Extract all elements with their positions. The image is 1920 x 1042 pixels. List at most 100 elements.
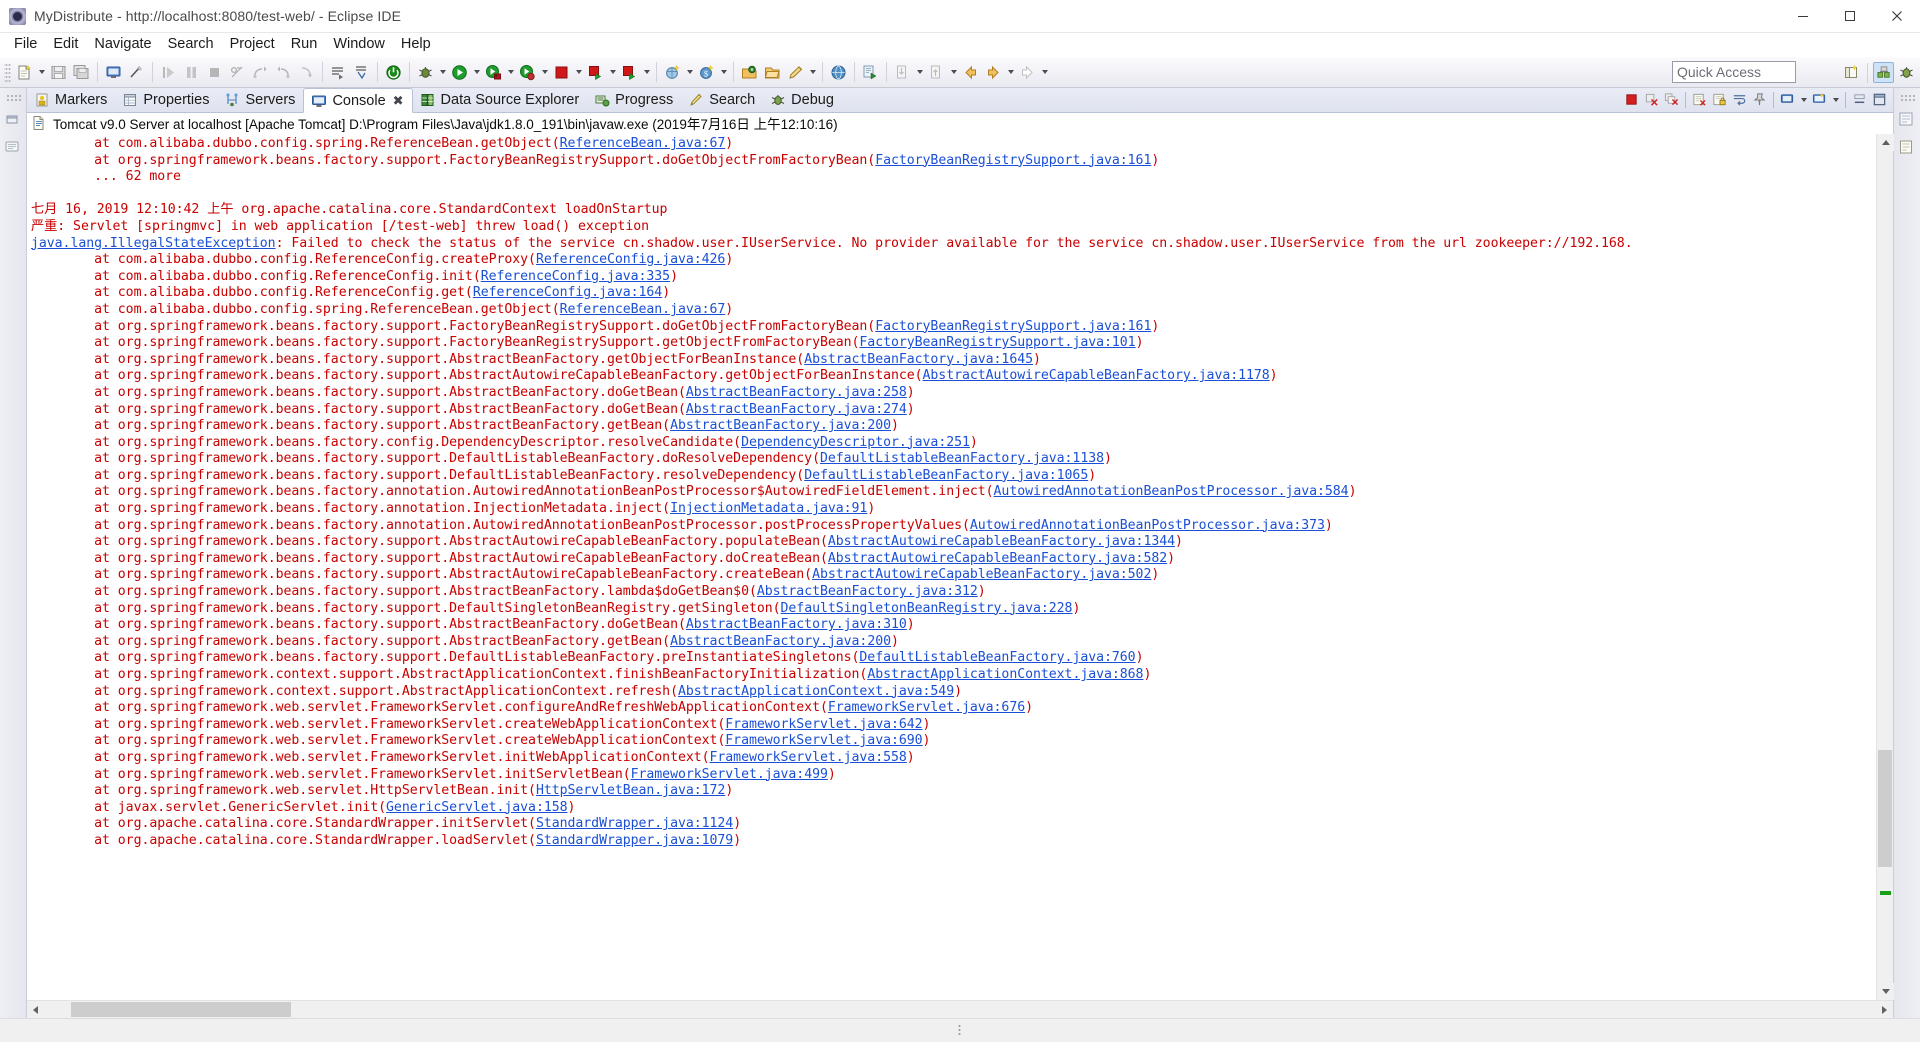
- back-arrow-icon[interactable]: [960, 62, 981, 83]
- left-rail-grip[interactable]: [5, 94, 21, 103]
- maximize-view-icon[interactable]: [1870, 90, 1889, 109]
- stack-trace-link[interactable]: GenericServlet.java:158: [386, 800, 568, 815]
- menu-project[interactable]: Project: [222, 34, 283, 56]
- stack-trace-link[interactable]: AbstractAutowireCapableBeanFactory.java:…: [828, 534, 1175, 549]
- stack-trace-link[interactable]: AbstractApplicationContext.java:549: [678, 684, 954, 699]
- console-icon[interactable]: [103, 62, 124, 83]
- tab-search[interactable]: Search: [681, 87, 763, 112]
- tab-console[interactable]: Console ✖: [303, 88, 413, 113]
- debug-dropdown-arrow-icon[interactable]: [437, 62, 448, 83]
- stack-trace-link[interactable]: ReferenceConfig.java:426: [536, 252, 725, 267]
- task-list-icon[interactable]: [1897, 138, 1917, 158]
- publish-icon[interactable]: [585, 62, 606, 83]
- stack-trace-link[interactable]: FactoryBeanRegistrySupport.java:161: [875, 153, 1151, 168]
- display-selected-console-icon[interactable]: [1778, 90, 1797, 109]
- restore-view-icon[interactable]: [3, 110, 23, 130]
- tab-properties[interactable]: Properties: [115, 87, 217, 112]
- stack-trace-link[interactable]: AbstractBeanFactory.java:200: [670, 634, 891, 649]
- forward-arrow-icon[interactable]: [983, 62, 1004, 83]
- tab-progress[interactable]: Progress: [587, 87, 681, 112]
- stack-trace-link[interactable]: StandardWrapper.java:1124: [536, 816, 733, 831]
- stack-trace-link[interactable]: FrameworkServlet.java:499: [631, 767, 828, 782]
- stack-trace-link[interactable]: AutowiredAnnotationBeanPostProcessor.jav…: [970, 518, 1325, 533]
- profile-icon[interactable]: [517, 62, 538, 83]
- stack-trace-link[interactable]: ReferenceConfig.java:335: [481, 269, 670, 284]
- outline-view-icon[interactable]: [1897, 110, 1917, 130]
- stop-red-icon[interactable]: [551, 62, 572, 83]
- tab-debug[interactable]: Debug: [763, 87, 842, 112]
- new-dollar-icon[interactable]: $: [696, 62, 717, 83]
- scroll-left-arrow-icon[interactable]: [27, 1001, 44, 1018]
- remove-launch-icon[interactable]: [1642, 90, 1661, 109]
- next-edit-dropdown-arrow-icon[interactable]: [1039, 62, 1050, 83]
- vertical-scroll-track[interactable]: [1877, 151, 1893, 983]
- stack-trace-link[interactable]: InjectionMetadata.java:91: [670, 501, 867, 516]
- stack-trace-link[interactable]: AbstractAutowireCapableBeanFactory.java:…: [923, 368, 1270, 383]
- stack-trace-link[interactable]: AbstractBeanFactory.java:310: [686, 617, 907, 632]
- console-horizontal-scrollbar[interactable]: [27, 1000, 1893, 1018]
- display-selected-console-dropdown-arrow-icon[interactable]: [1798, 89, 1809, 110]
- stack-trace-link[interactable]: AbstractBeanFactory.java:312: [757, 584, 978, 599]
- publish-dropdown-arrow-icon[interactable]: [607, 62, 618, 83]
- tab-console-close-icon[interactable]: ✖: [393, 94, 404, 107]
- no-publish-icon[interactable]: [126, 62, 147, 83]
- debug-perspective-icon[interactable]: [1896, 62, 1917, 83]
- server-run-icon[interactable]: [619, 62, 640, 83]
- run-green-icon[interactable]: [449, 62, 470, 83]
- stack-trace-link[interactable]: DefaultListableBeanFactory.java:1138: [820, 451, 1104, 466]
- quick-access-input[interactable]: Quick Access: [1672, 61, 1796, 83]
- scroll-up-arrow-icon[interactable]: [1877, 134, 1894, 151]
- next-annotation-dropdown-arrow-icon[interactable]: [948, 62, 959, 83]
- new-wizard-dropdown-arrow-icon[interactable]: [36, 62, 47, 83]
- stack-trace-link[interactable]: AbstractBeanFactory.java:200: [670, 418, 891, 433]
- stack-trace-link[interactable]: FactoryBeanRegistrySupport.java:101: [859, 335, 1135, 350]
- scroll-right-arrow-icon[interactable]: [1876, 1001, 1893, 1018]
- pencil-dropdown-arrow-icon[interactable]: [807, 62, 818, 83]
- run-dropdown-arrow-icon[interactable]: [471, 62, 482, 83]
- vertical-scroll-thumb[interactable]: [1878, 750, 1892, 867]
- tab-servers[interactable]: Servers: [217, 87, 303, 112]
- remove-all-terminated-icon[interactable]: [1662, 90, 1681, 109]
- stack-trace-link[interactable]: DefaultSingletonBeanRegistry.java:228: [781, 601, 1073, 616]
- pencil-icon[interactable]: [785, 62, 806, 83]
- stack-trace-link[interactable]: AutowiredAnnotationBeanPostProcessor.jav…: [994, 484, 1349, 499]
- console-vertical-scrollbar[interactable]: [1876, 134, 1894, 1000]
- new-dollar-dropdown-arrow-icon[interactable]: [718, 62, 729, 83]
- word-wrap-icon[interactable]: [1730, 90, 1749, 109]
- stack-trace-link[interactable]: AbstractApplicationContext.java:868: [867, 667, 1143, 682]
- stack-trace-link[interactable]: FactoryBeanRegistrySupport.java:161: [875, 319, 1151, 334]
- stack-trace-link[interactable]: FrameworkServlet.java:642: [725, 717, 922, 732]
- stack-trace-link[interactable]: AbstractBeanFactory.java:1645: [804, 352, 1033, 367]
- menu-edit[interactable]: Edit: [45, 34, 86, 56]
- web-browser-icon[interactable]: [828, 62, 849, 83]
- pin-console-icon[interactable]: [1750, 90, 1769, 109]
- scroll-down-arrow-icon[interactable]: [1877, 983, 1894, 1000]
- stack-trace-link[interactable]: StandardWrapper.java:1079: [536, 833, 733, 848]
- profile-dropdown-arrow-icon[interactable]: [539, 62, 550, 83]
- right-rail-grip[interactable]: [1899, 94, 1915, 103]
- stack-trace-link[interactable]: DefaultListableBeanFactory.java:760: [859, 650, 1135, 665]
- stack-trace-link[interactable]: ReferenceConfig.java:164: [473, 285, 662, 300]
- prev-annotation-dropdown-arrow-icon[interactable]: [914, 62, 925, 83]
- status-bar-grip[interactable]: [957, 1024, 963, 1037]
- stack-trace-link[interactable]: ReferenceBean.java:67: [560, 136, 726, 151]
- external-tools-icon[interactable]: [860, 62, 881, 83]
- power-server-icon[interactable]: [383, 62, 404, 83]
- toolbar-grip[interactable]: [4, 62, 11, 82]
- stack-trace-link[interactable]: FrameworkServlet.java:676: [828, 700, 1025, 715]
- forward-dropdown-arrow-icon[interactable]: [1005, 62, 1016, 83]
- close-button[interactable]: [1873, 0, 1920, 33]
- left-rail-console-icon[interactable]: [3, 138, 23, 158]
- stack-trace-link[interactable]: AbstractBeanFactory.java:274: [686, 402, 907, 417]
- stack-trace-link[interactable]: DependencyDescriptor.java:251: [741, 435, 970, 450]
- open-type-icon[interactable]: [739, 62, 760, 83]
- open-task-icon[interactable]: [328, 62, 349, 83]
- terminate-icon[interactable]: [1622, 90, 1641, 109]
- menu-file[interactable]: File: [6, 34, 45, 56]
- menu-search[interactable]: Search: [160, 34, 222, 56]
- link-task-icon[interactable]: [351, 62, 372, 83]
- stack-trace-link[interactable]: FrameworkServlet.java:690: [725, 733, 922, 748]
- open-perspective-icon[interactable]: [1841, 62, 1862, 83]
- stop-dropdown-arrow-icon[interactable]: [573, 62, 584, 83]
- clear-console-icon[interactable]: [1690, 90, 1709, 109]
